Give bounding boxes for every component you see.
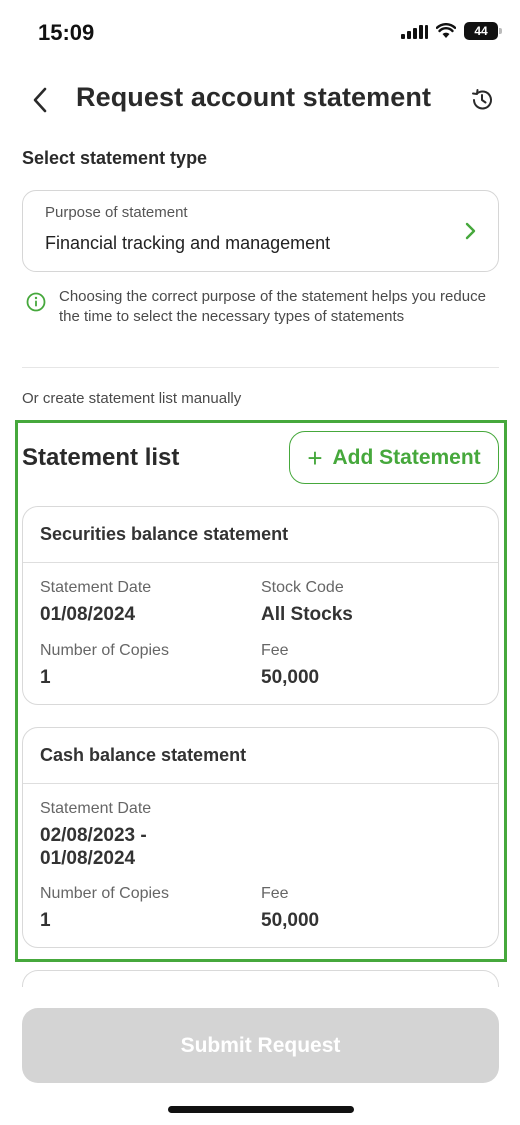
status-icons: 44 xyxy=(401,22,502,40)
purpose-value: Financial tracking and management xyxy=(45,233,331,253)
page-title: Request account statement xyxy=(76,82,432,112)
copies-label: Number of Copies xyxy=(40,885,169,902)
statement-date-label: Statement Date xyxy=(40,800,152,817)
home-indicator xyxy=(168,1106,354,1113)
info-icon xyxy=(26,292,46,312)
purpose-select[interactable]: Purpose of statement Financial tracking … xyxy=(22,190,499,272)
info-text: Choosing the correct purpose of the stat… xyxy=(59,288,486,325)
statement-date-value: 01/08/2024 xyxy=(40,604,136,625)
add-statement-button[interactable]: + Add Statement xyxy=(289,431,499,484)
statement-date-label: Statement Date xyxy=(40,579,152,596)
stock-code-value: All Stocks xyxy=(261,604,353,625)
submit-request-button[interactable]: Submit Request xyxy=(22,1008,499,1083)
copies-label: Number of Copies xyxy=(40,642,169,659)
back-button[interactable] xyxy=(22,82,58,118)
history-icon xyxy=(472,89,492,110)
fee-value: 50,000 xyxy=(261,667,320,688)
chevron-left-icon xyxy=(33,87,47,113)
fee-label: Fee xyxy=(261,885,289,902)
statement-date-value-start: 02/08/2023 - xyxy=(40,825,147,846)
wifi-icon xyxy=(436,23,456,38)
statement-date-value-end: 01/08/2024 xyxy=(40,848,136,869)
status-time: 15:09 xyxy=(38,20,95,45)
fee-value: 50,000 xyxy=(261,910,320,931)
battery-icon: 44 xyxy=(464,22,502,40)
copies-value: 1 xyxy=(40,667,51,688)
card-title: Securities balance statement xyxy=(23,507,498,563)
statement-card-securities[interactable]: Securities balance statement Statement D… xyxy=(22,506,499,705)
chevron-right-icon xyxy=(465,222,476,240)
header: Request account statement xyxy=(0,74,520,126)
signal-icon xyxy=(401,23,428,39)
card-title: Cash balance statement xyxy=(23,728,498,784)
purpose-label: Purpose of statement xyxy=(45,204,188,221)
statement-list-title: Statement list xyxy=(22,444,180,471)
fee-label: Fee xyxy=(261,642,289,659)
history-button[interactable] xyxy=(466,84,498,116)
stock-code-label: Stock Code xyxy=(261,579,344,596)
section-title: Select statement type xyxy=(22,148,208,168)
statement-card-cash[interactable]: Cash balance statement Statement Date 02… xyxy=(22,727,499,948)
copies-value: 1 xyxy=(40,910,51,931)
add-statement-label: Add Statement xyxy=(332,445,481,469)
manual-create-text: Or create statement list manually xyxy=(22,390,242,407)
divider xyxy=(22,367,499,368)
plus-icon: + xyxy=(307,442,323,473)
status-bar: 15:09 44 xyxy=(0,0,520,64)
